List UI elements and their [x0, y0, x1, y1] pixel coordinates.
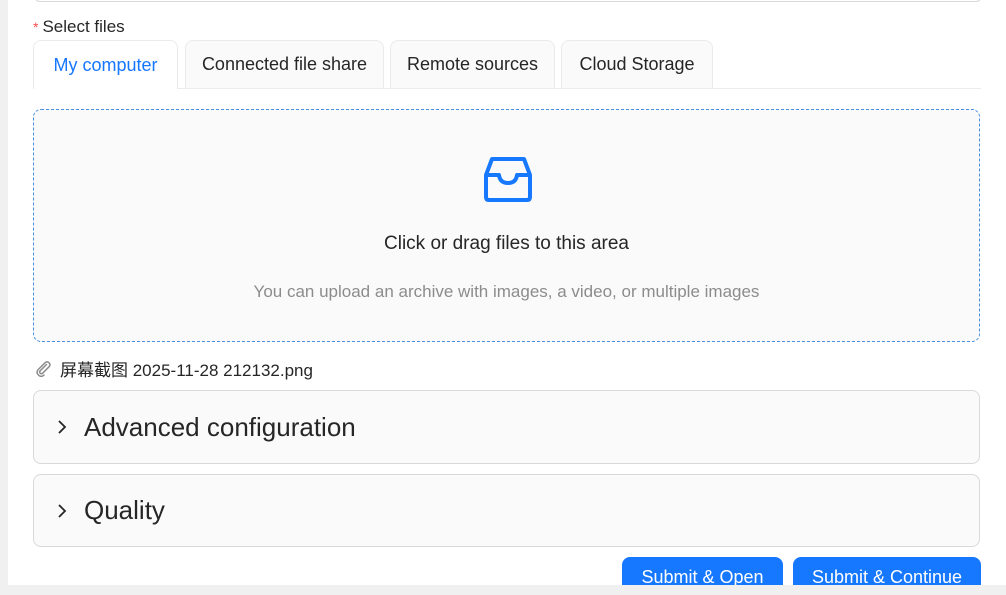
file-upload-dropzone[interactable]: Click or drag files to this area You can…	[33, 109, 980, 342]
create-task-form: * Select files My computer Connected file…	[8, 0, 1006, 585]
tab-remote-sources[interactable]: Remote sources	[390, 40, 555, 88]
required-mark: *	[33, 19, 39, 35]
paperclip-icon	[36, 361, 51, 377]
submit-continue-button[interactable]: Submit & Continue	[793, 557, 981, 585]
uploaded-file-name: 屏幕截图 2025-11-28 212132.png	[60, 360, 313, 380]
advanced-configuration-panel[interactable]: Advanced configuration	[33, 390, 980, 464]
tab-my-computer[interactable]: My computer	[33, 40, 178, 89]
file-source-tabs: My computer Connected file share Remote …	[33, 40, 981, 89]
dropzone-hint: You can upload an archive with images, a…	[253, 282, 760, 301]
tab-cloud-storage[interactable]: Cloud Storage	[561, 40, 713, 88]
chevron-right-icon	[58, 420, 67, 434]
inbox-icon	[484, 157, 532, 202]
advanced-configuration-title: Advanced configuration	[84, 411, 356, 442]
tab-connected-file-share[interactable]: Connected file share	[185, 40, 384, 88]
previous-field-input[interactable]	[34, 0, 982, 2]
quality-title: Quality	[84, 495, 165, 525]
submit-open-button[interactable]: Submit & Open	[622, 557, 783, 585]
page-background-strip	[0, 585, 1006, 595]
chevron-right-icon	[58, 503, 67, 518]
select-files-label: * Select files	[33, 17, 125, 37]
uploaded-file-item[interactable]: 屏幕截图 2025-11-28 212132.png	[33, 356, 313, 380]
dropzone-title: Click or drag files to this area	[384, 233, 629, 254]
quality-panel[interactable]: Quality	[33, 474, 980, 547]
select-files-label-text: Select files	[42, 17, 125, 36]
